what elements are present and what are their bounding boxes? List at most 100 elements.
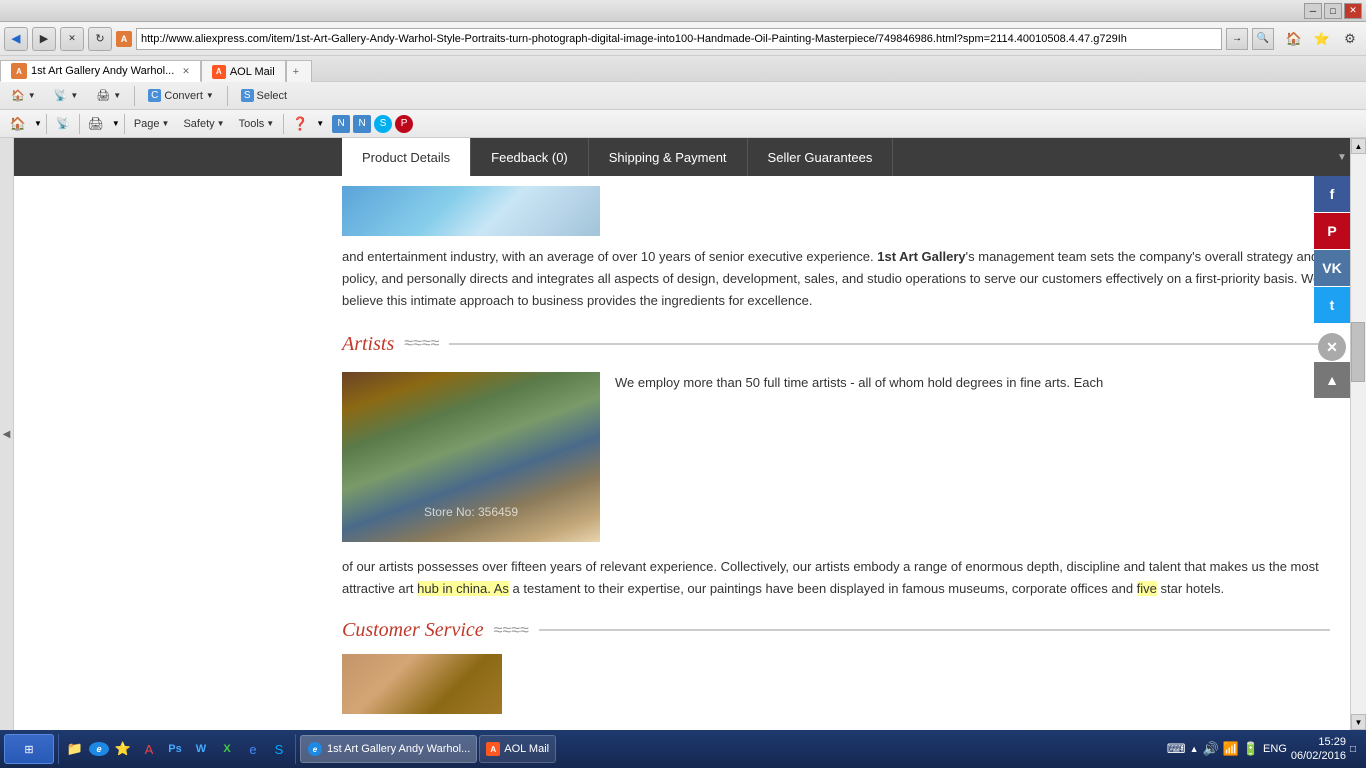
print-dropdown-arrow[interactable]: ▼ xyxy=(113,91,121,100)
taskbar-word-icon[interactable]: W xyxy=(189,738,213,760)
convert-toolbar-item[interactable]: C Convert ▼ xyxy=(143,86,219,105)
select-icon: S xyxy=(241,89,254,102)
taskbar-skype-icon[interactable]: S xyxy=(267,738,291,760)
left-scroll-panel[interactable]: ◀ xyxy=(0,138,14,730)
select-toolbar-item[interactable]: S Select xyxy=(236,86,292,105)
tab-shipping[interactable]: Shipping & Payment xyxy=(589,138,748,176)
taskbar-ie2-icon[interactable]: e xyxy=(241,738,265,760)
social-close-button[interactable]: ✕ xyxy=(1318,333,1346,361)
keyboard-icon[interactable]: ⌨ xyxy=(1167,741,1186,757)
go-button[interactable]: → xyxy=(1226,28,1248,50)
tools-label: Tools xyxy=(239,118,265,130)
browser-tab-bar: A 1st Art Gallery Andy Warhol... ✕ A AOL… xyxy=(0,56,1366,82)
store-watermark: Store No: 356459 xyxy=(424,503,518,522)
taskbar-excel-icon[interactable]: X xyxy=(215,738,239,760)
taskbar-ie-window[interactable]: e 1st Art Gallery Andy Warhol... xyxy=(300,735,477,763)
clock-time: 15:29 xyxy=(1291,735,1346,749)
page-menu[interactable]: Page ▼ xyxy=(129,115,175,133)
taskbar-sep-2 xyxy=(295,734,296,764)
tab-close-1[interactable]: ✕ xyxy=(182,66,190,77)
tab-seller[interactable]: Seller Guarantees xyxy=(748,138,894,176)
speaker-icon[interactable]: 🔊 xyxy=(1202,741,1218,757)
right-scrollbar: ▲ ▼ xyxy=(1350,138,1366,730)
pinterest-share-button[interactable]: P xyxy=(1314,213,1350,249)
refresh-button[interactable]: ↻ xyxy=(88,27,112,51)
print-dropdown-2[interactable]: ▼ xyxy=(112,119,120,128)
arrow-up-icon[interactable]: ▲ xyxy=(1190,744,1199,754)
artists-section-header: Artists ≈≈≈≈ xyxy=(342,328,1330,360)
print-icon[interactable]: 🖨 ▼ xyxy=(91,86,126,105)
scroll-thumb[interactable] xyxy=(1351,322,1365,382)
toolbar-separator-1 xyxy=(134,86,135,106)
scroll-up-arrow[interactable]: ▲ xyxy=(1351,138,1366,154)
icon-separator-1 xyxy=(46,114,47,134)
stop-button[interactable]: ✕ xyxy=(60,27,84,51)
safety-menu[interactable]: Safety ▼ xyxy=(178,115,229,133)
vk-share-button[interactable]: VK xyxy=(1314,250,1350,286)
customer-service-header: Customer Service ≈≈≈≈ xyxy=(342,614,1330,646)
tab-feedback[interactable]: Feedback (0) xyxy=(471,138,589,176)
help-dropdown[interactable]: ▼ xyxy=(316,119,324,128)
taskbar-aol-icon: A xyxy=(486,742,500,756)
hub-highlight: hub in china. As xyxy=(417,581,509,596)
settings-icon[interactable]: ⚙ xyxy=(1338,28,1362,50)
forward-button[interactable]: ▶ xyxy=(32,27,56,51)
home-icon[interactable]: 🏠 xyxy=(1282,28,1306,50)
home-toolbar-icon[interactable]: 🏠 ▼ xyxy=(6,86,41,105)
pinterest-icon: P xyxy=(1327,223,1336,239)
address-input[interactable] xyxy=(136,28,1222,50)
battery-icon[interactable]: 🔋 xyxy=(1243,741,1259,757)
page-dropdown-arrow[interactable]: ▼ xyxy=(162,119,170,128)
home-dropdown[interactable]: ▼ xyxy=(28,91,36,100)
rss-icon[interactable]: 📡 ▼ xyxy=(49,86,84,105)
gallery-name: 1st Art Gallery xyxy=(877,249,965,264)
favorites-star-icon[interactable]: ⭐ xyxy=(1310,28,1334,50)
social-gap xyxy=(1314,324,1350,332)
show-desktop-icon[interactable]: □ xyxy=(1350,744,1356,755)
tab-favicon-2: A xyxy=(212,65,226,79)
rss-icon-2[interactable]: 📡 xyxy=(51,113,75,135)
scroll-down-arrow[interactable]: ▼ xyxy=(1351,714,1366,730)
tools-menu[interactable]: Tools ▼ xyxy=(234,115,280,133)
taskbar-aol-window[interactable]: A AOL Mail xyxy=(479,735,556,763)
top-decorative-image xyxy=(342,186,600,236)
pinterest-toolbar-icon[interactable]: P xyxy=(395,115,413,133)
twitter-share-button[interactable]: t xyxy=(1314,287,1350,323)
convert-icon: C xyxy=(148,89,161,102)
scroll-track[interactable] xyxy=(1351,154,1366,714)
back-button[interactable]: ◀ xyxy=(4,27,28,51)
home-dropdown-2[interactable]: ▼ xyxy=(34,119,42,128)
print-icon-2[interactable]: 🖨 xyxy=(84,113,108,135)
content-body: and entertainment industry, with an aver… xyxy=(14,176,1350,724)
tool-icon-2[interactable]: N xyxy=(353,115,371,133)
convert-dropdown-arrow[interactable]: ▼ xyxy=(206,91,214,100)
network-icon[interactable]: 📶 xyxy=(1223,741,1239,757)
help-icon[interactable]: ❓ xyxy=(288,113,312,135)
tab-art-gallery[interactable]: A 1st Art Gallery Andy Warhol... ✕ xyxy=(0,60,201,82)
safety-dropdown-arrow[interactable]: ▼ xyxy=(217,119,225,128)
start-button[interactable]: ⊞ xyxy=(4,734,54,764)
search-icon[interactable]: 🔍 xyxy=(1252,28,1274,50)
tab-product-details[interactable]: Product Details xyxy=(342,138,471,176)
tab-aol-mail[interactable]: A AOL Mail xyxy=(201,60,286,82)
taskbar-ie-icon[interactable]: e xyxy=(89,742,109,756)
taskbar-file-explorer[interactable]: 📁 xyxy=(63,738,87,760)
rss-dropdown-arrow[interactable]: ▼ xyxy=(70,91,78,100)
maximize-button[interactable]: □ xyxy=(1324,3,1342,19)
home-icon-2[interactable]: 🏠 xyxy=(6,113,30,135)
skype-icon[interactable]: S xyxy=(374,115,392,133)
taskbar-acrobat-icon[interactable]: A xyxy=(137,738,161,760)
customer-service-title: Customer Service xyxy=(342,614,484,646)
taskbar-star-icon[interactable]: ⭐ xyxy=(111,738,135,760)
facebook-share-button[interactable]: f xyxy=(1314,176,1350,212)
scroll-to-top-button[interactable]: ▲ xyxy=(1314,362,1350,398)
tools-dropdown-arrow[interactable]: ▼ xyxy=(266,119,274,128)
tab-scroll-right[interactable]: ▼ xyxy=(1334,138,1350,176)
new-tab-button[interactable]: + xyxy=(286,60,312,82)
system-tray: ⌨ ▲ 🔊 📶 🔋 ENG 15:29 06/02/2016 □ xyxy=(1161,735,1362,764)
taskbar-ps-icon[interactable]: Ps xyxy=(163,738,187,760)
icon-separator-2 xyxy=(79,114,80,134)
close-button[interactable]: ✕ xyxy=(1344,3,1362,19)
notepad-icon[interactable]: N xyxy=(332,115,350,133)
minimize-button[interactable]: ─ xyxy=(1304,3,1322,19)
